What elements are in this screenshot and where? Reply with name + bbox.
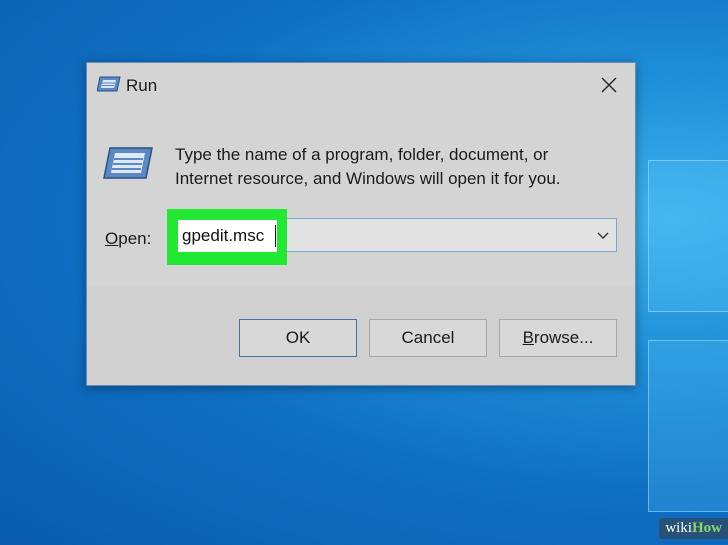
open-label: Open: xyxy=(105,229,151,249)
dialog-title: Run xyxy=(126,76,158,95)
browse-accelerator: B xyxy=(522,328,534,347)
description-text: Type the name of a program, folder, docu… xyxy=(175,143,615,191)
watermark-how: How xyxy=(692,520,722,536)
wikihow-watermark: wikiHow xyxy=(659,518,728,539)
desktop-window-pane xyxy=(648,160,728,312)
watermark-wiki: wiki xyxy=(665,520,692,536)
description-line: Type the name of a program, folder, docu… xyxy=(175,145,549,164)
ok-button-label: OK xyxy=(285,328,311,347)
close-button[interactable] xyxy=(595,71,623,99)
ok-button[interactable]: OK xyxy=(239,319,357,357)
browse-button-label: rowse... xyxy=(533,328,594,347)
close-icon xyxy=(601,77,617,93)
title-bar: Run xyxy=(87,63,635,107)
open-label-accelerator: O xyxy=(105,229,119,248)
browse-button[interactable]: Browse... xyxy=(499,319,617,357)
run-dialog: Run Type the name of a program, folder, … xyxy=(86,62,636,386)
text-caret xyxy=(275,225,276,247)
desktop-window-pane xyxy=(648,340,728,512)
cancel-button[interactable]: Cancel xyxy=(369,319,487,357)
run-app-icon xyxy=(103,147,153,179)
open-input[interactable] xyxy=(178,220,277,252)
chevron-down-icon[interactable] xyxy=(596,228,610,242)
run-app-icon xyxy=(97,76,121,92)
button-bar: OK Cancel Browse... xyxy=(87,287,635,385)
open-label-text: pen: xyxy=(118,229,152,248)
description-line: Internet resource, and Windows will open… xyxy=(175,169,561,188)
cancel-button-label: Cancel xyxy=(401,328,455,347)
